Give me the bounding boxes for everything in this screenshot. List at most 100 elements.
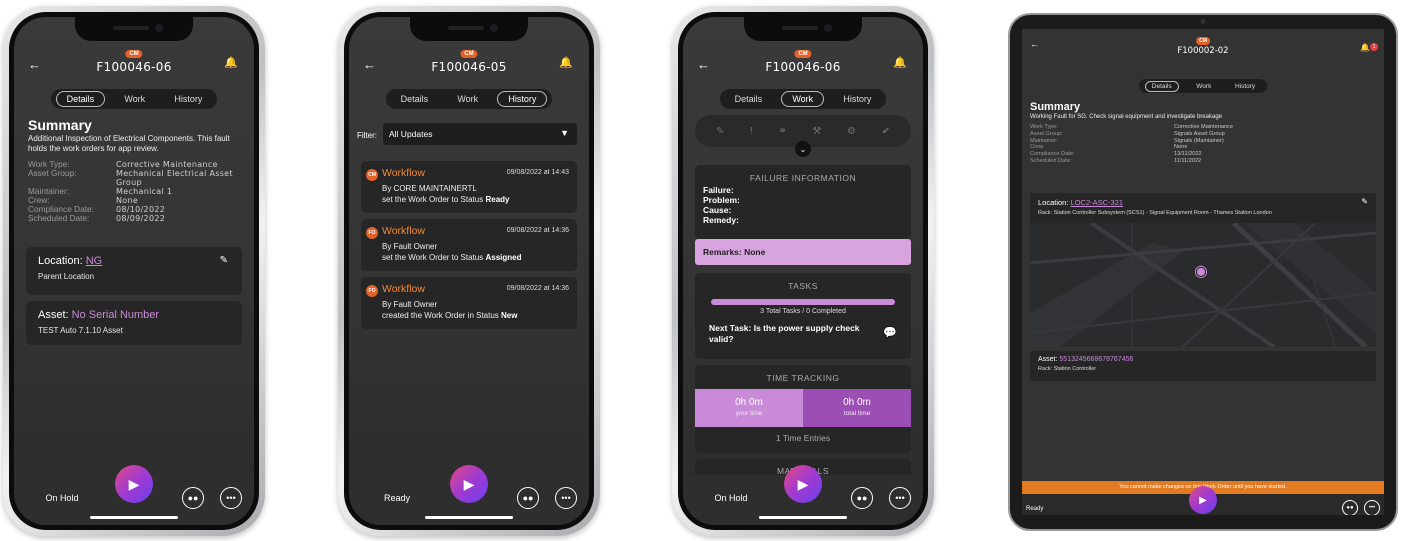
location-link[interactable]: NG [86, 255, 103, 267]
detail-fields: Work Type: Corrective Maintenance Asset G… [28, 160, 240, 224]
location-link[interactable]: LOC2-ASC-321 [1071, 198, 1124, 207]
summary-section: Summary Working Fault for SG. Check sign… [1030, 101, 1376, 165]
more-button[interactable]: ••• [220, 487, 242, 509]
time-tracking-row: 0h 0m your time 0h 0m total time [695, 389, 911, 427]
tab-history[interactable]: History [1229, 82, 1261, 91]
crew-button[interactable]: ●● [851, 487, 873, 509]
tab-history[interactable]: History [833, 92, 881, 106]
your-time-label: your time [735, 410, 763, 417]
check-circle-icon[interactable]: ✔ [882, 126, 890, 137]
total-time-label: total time [843, 410, 871, 417]
asset-card[interactable]: Asset: No Serial Number TEST Auto 7.1.10… [26, 301, 242, 345]
more-button[interactable]: ••• [889, 487, 911, 509]
map-pin-icon[interactable]: ◉ [1194, 261, 1208, 281]
cm-badge: CM [460, 50, 478, 58]
bell-icon[interactable]: 🔔 [559, 56, 573, 69]
tab-bar: Details Work History [720, 89, 886, 109]
field-label: Crew: [1030, 144, 1045, 151]
phone-screen: ← CM F100046-06 🔔 Details Work History S… [14, 17, 254, 525]
alert-icon[interactable]: ! [750, 126, 753, 137]
more-button[interactable]: ••• [1364, 500, 1380, 515]
bell-icon[interactable]: 🔔 [224, 56, 238, 69]
location-sub: Parent Location [38, 272, 95, 281]
tab-details[interactable]: Details [391, 92, 439, 106]
asset-label: Asset: [38, 309, 69, 321]
crew-button[interactable]: ●● [182, 487, 204, 509]
tab-history[interactable]: History [164, 92, 212, 106]
location-map[interactable]: ◉ [1030, 223, 1376, 347]
location-card[interactable]: Location: NG Parent Location ✎ [26, 247, 242, 295]
time-entries[interactable]: 1 Time Entries [695, 433, 911, 443]
field-value: 11/11/2022 [1174, 157, 1202, 164]
field-label: Asset Group: [1030, 130, 1063, 137]
field-value: Signals (Maintainer) [1174, 137, 1224, 144]
field-value: 13/11/2022 [1174, 151, 1202, 158]
play-icon: ▶ [463, 475, 475, 492]
failure-header: FAILURE INFORMATION [749, 173, 857, 183]
home-indicator [425, 516, 513, 519]
cm-badge: CM [1196, 37, 1210, 45]
play-button[interactable]: ▶ [115, 465, 153, 503]
failure-field: Failure: [703, 185, 734, 195]
cm-badge: CM [125, 50, 143, 58]
comment-icon[interactable]: 💬 [883, 326, 897, 339]
more-button[interactable]: ••• [555, 487, 577, 509]
filter-label: Filter: [357, 131, 377, 140]
history-line1: By Fault Owner [382, 242, 438, 251]
history-status: Ready [485, 195, 510, 204]
attachment-icon[interactable]: ⚭ [778, 126, 786, 137]
wrench-icon[interactable]: ⚒ [812, 126, 821, 137]
summary-title: Summary [28, 117, 92, 133]
bell-icon[interactable]: 🔔 [893, 56, 907, 69]
asset-card[interactable]: Asset: 5513245668678767456 Rack: Station… [1030, 351, 1376, 381]
location-card[interactable]: Location: LOC2-ASC-321 Rack: Station Con… [1030, 193, 1376, 223]
total-time-cell[interactable]: 0h 0m total time [803, 389, 911, 427]
play-button[interactable]: ▶ [450, 465, 488, 503]
crew-button[interactable]: ●● [1342, 500, 1358, 515]
more-icon: ••• [895, 493, 905, 503]
history-text: set the Work Order to Status [382, 253, 484, 262]
tasks-header: TASKS [788, 281, 818, 291]
phone-screen: ← CM F100046-06 🔔 Details Work History ✎… [683, 17, 923, 525]
tab-bar: Details Work History [1139, 79, 1267, 93]
header: ← CM F100046-05 🔔 [349, 43, 589, 83]
tab-details[interactable]: Details [725, 92, 773, 106]
failure-field: Cause: [703, 205, 732, 215]
notification-count-badge: 1 [1370, 43, 1378, 51]
next-task[interactable]: Next Task: Is the power supply check val… [709, 323, 879, 345]
tab-work[interactable]: Work [1190, 82, 1217, 91]
chevron-down-icon[interactable]: ⌄ [795, 141, 811, 157]
tab-details[interactable]: Details [1144, 80, 1179, 92]
asset-value: 5513245668678767456 [1059, 356, 1134, 363]
history-line2: created the Work Order in Status New [382, 311, 517, 320]
play-button[interactable]: ▶ [784, 465, 822, 503]
edit-icon[interactable]: ✎ [220, 255, 228, 266]
camera [1200, 19, 1206, 24]
tab-bar: Details Work History [386, 89, 552, 109]
pencil-icon[interactable]: ✎ [716, 126, 724, 137]
bell-icon[interactable]: 🔔 [1360, 43, 1370, 52]
summary-title: Summary [1030, 101, 1081, 113]
field-value: None [1174, 144, 1188, 151]
filter-dropdown[interactable]: All Updates ▼ [383, 123, 577, 145]
tab-details[interactable]: Details [55, 91, 106, 107]
gear-icon[interactable]: ⚙ [847, 126, 856, 137]
more-icon: ••• [561, 493, 571, 503]
status-label: Ready [383, 493, 410, 503]
notch [75, 17, 193, 41]
history-item: FO Workflow 09/08/2022 at 14:36 By Fault… [361, 277, 577, 329]
field-value: 08/10/2022 [116, 205, 166, 214]
time-tracking-section: TIME TRACKING 0h 0m your time 0h 0m tota… [695, 365, 911, 453]
tab-work[interactable]: Work [781, 91, 825, 107]
your-time-cell[interactable]: 0h 0m your time [695, 389, 803, 427]
history-line2: set the Work Order to Status Assigned [382, 253, 521, 262]
tab-history[interactable]: History [497, 91, 548, 107]
edit-icon[interactable]: ✎ [1361, 197, 1368, 206]
tab-work[interactable]: Work [114, 92, 155, 106]
tasks-summary: 3 Total Tasks / 0 Completed [760, 308, 846, 315]
work-order-title: F100046-06 [765, 60, 841, 74]
tab-work[interactable]: Work [447, 92, 488, 106]
play-button[interactable]: ▶ [1189, 486, 1217, 514]
crew-button[interactable]: ●● [517, 487, 539, 509]
play-icon: ▶ [128, 475, 140, 492]
